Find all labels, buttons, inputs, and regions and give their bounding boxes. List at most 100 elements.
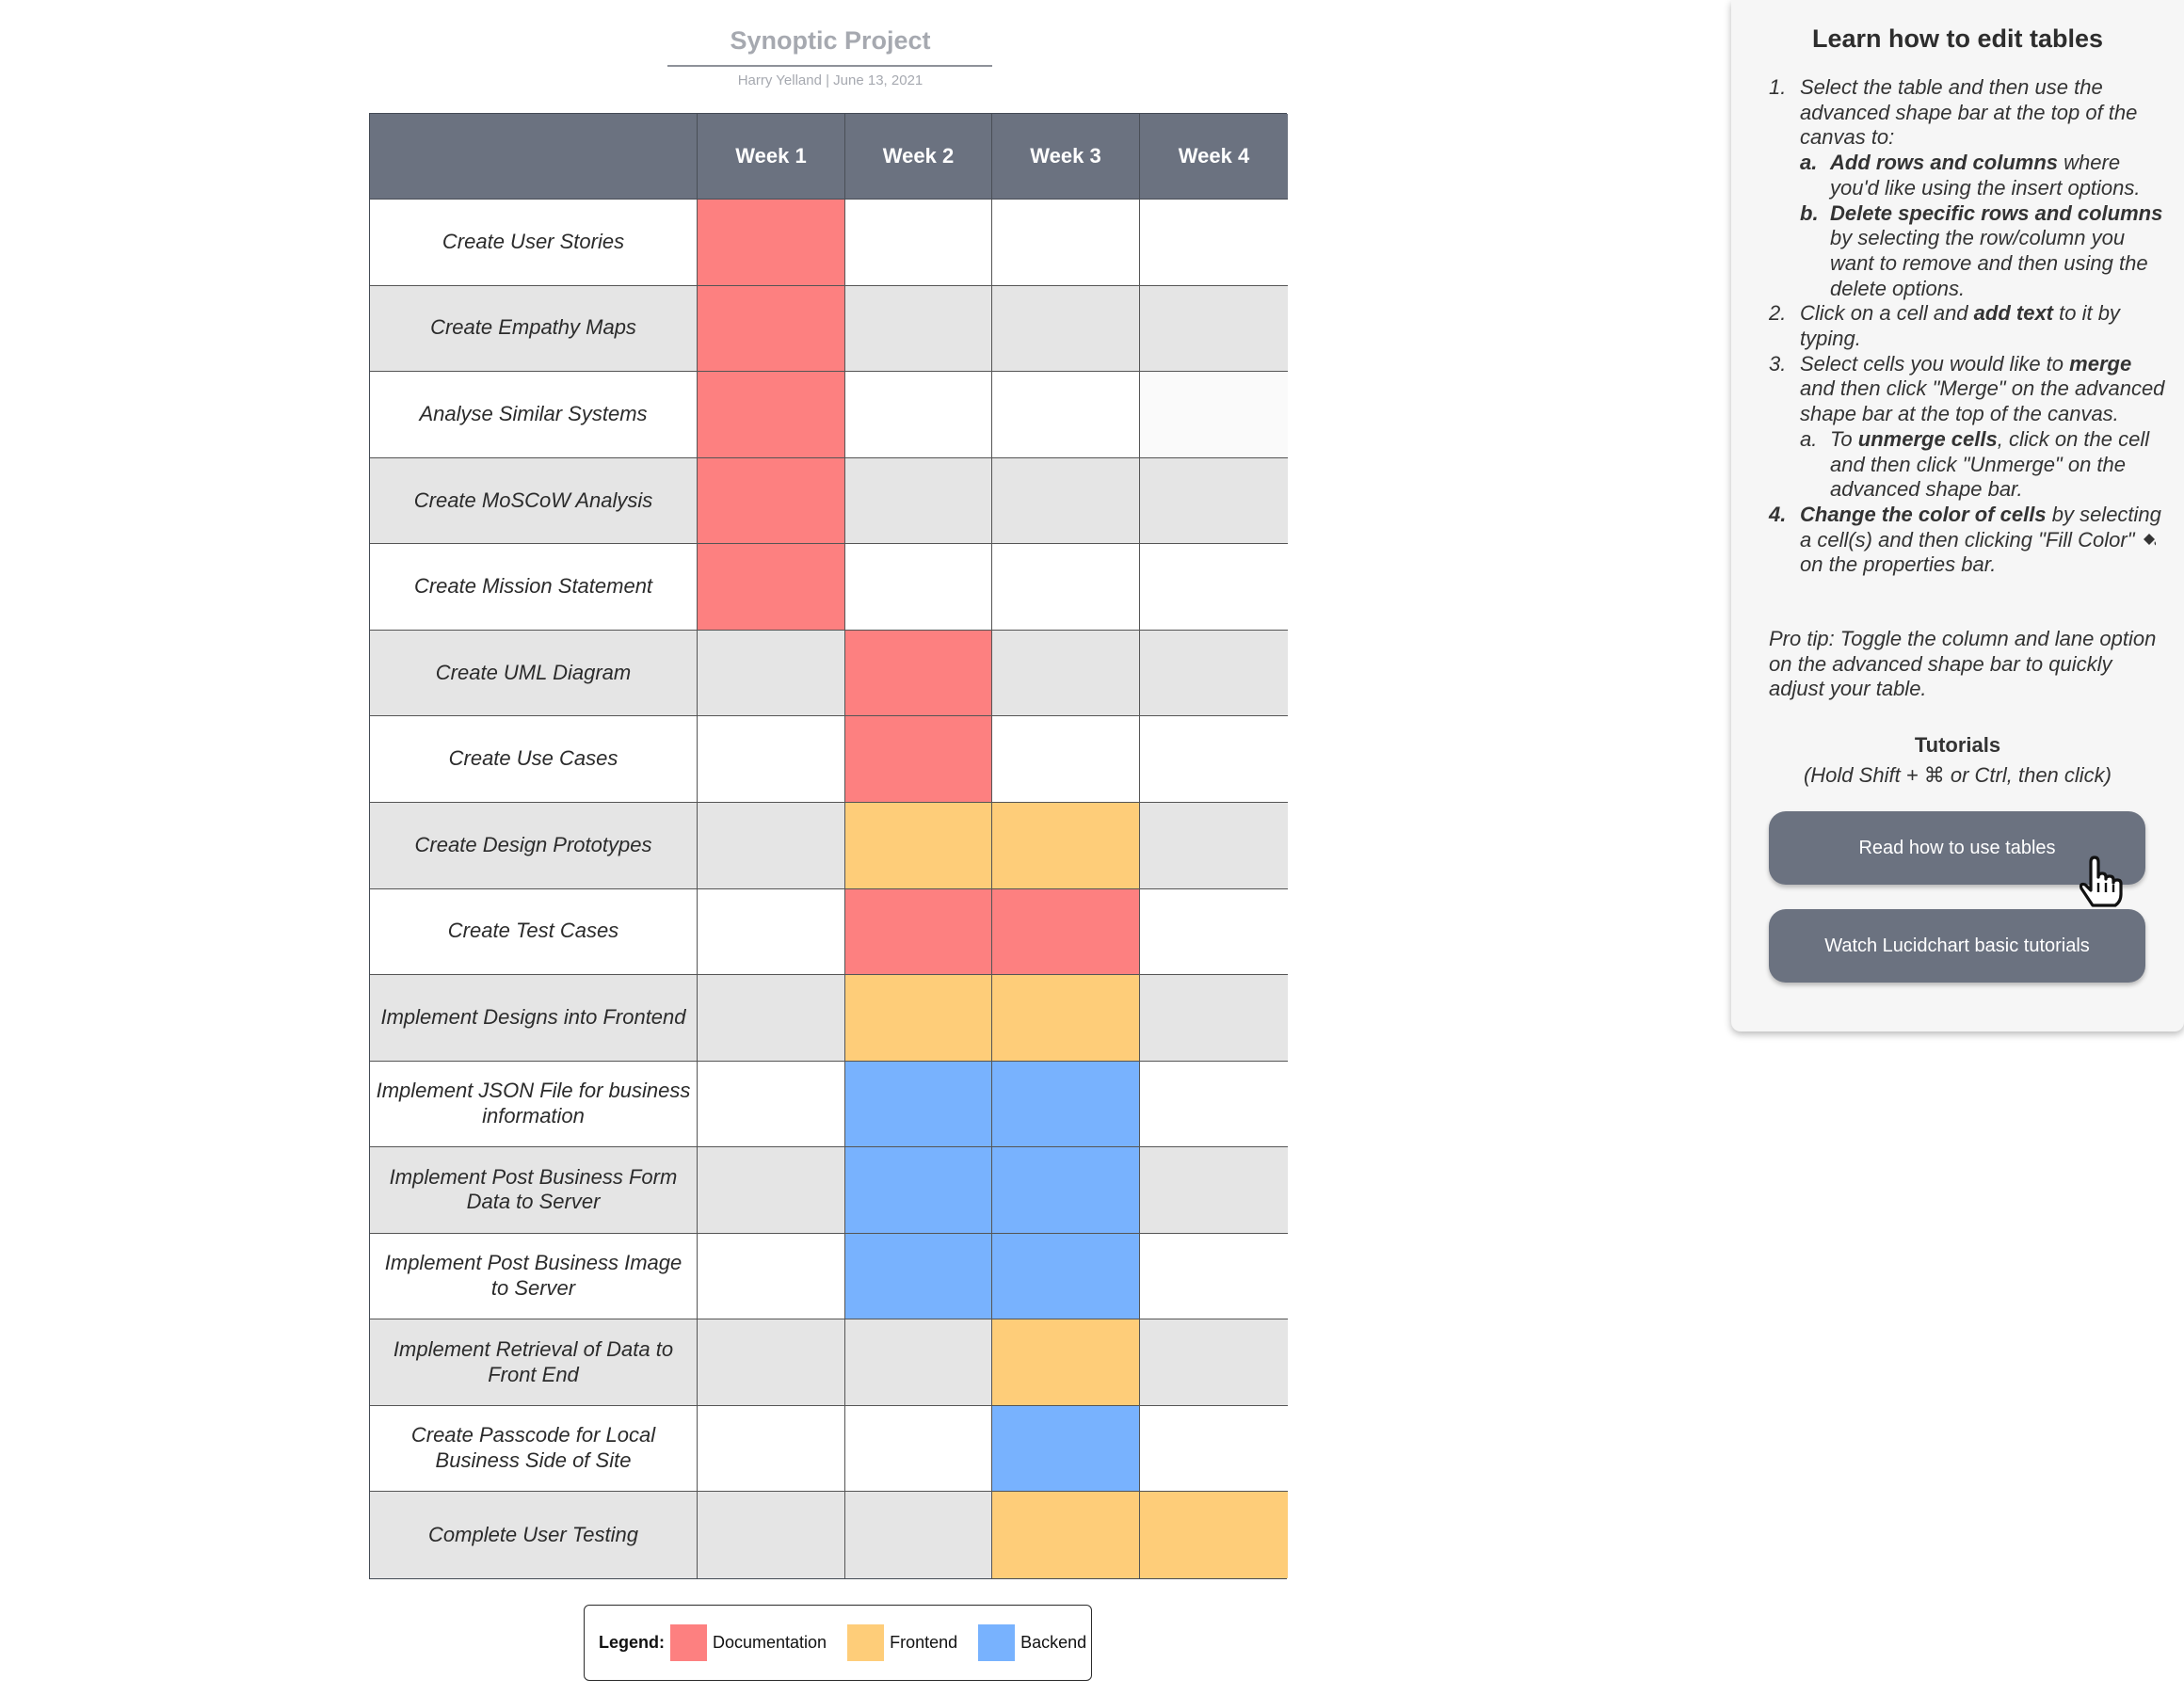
- step-text: Select cells you would like to: [1800, 351, 2070, 376]
- week-1-cell[interactable]: [698, 716, 845, 803]
- week-4-cell[interactable]: [1140, 975, 1288, 1062]
- week-1-cell[interactable]: [698, 1492, 845, 1578]
- task-cell[interactable]: Implement Post Business Image to Server: [370, 1233, 698, 1320]
- header-week-3[interactable]: Week 3: [992, 114, 1140, 200]
- week-4-cell[interactable]: [1140, 888, 1288, 976]
- header-week-4[interactable]: Week 4: [1140, 114, 1288, 200]
- week-4-cell[interactable]: [1140, 1233, 1288, 1320]
- week-3-cell[interactable]: [992, 544, 1140, 631]
- week-2-cell-frontend[interactable]: [845, 802, 992, 889]
- task-cell[interactable]: Implement Post Business Form Data to Ser…: [370, 1147, 698, 1234]
- week-3-cell[interactable]: [992, 285, 1140, 373]
- step-number: 4.: [1769, 502, 1787, 526]
- week-2-cell[interactable]: [845, 372, 992, 458]
- week-1-cell[interactable]: [698, 1405, 845, 1493]
- week-2-cell[interactable]: [845, 1405, 992, 1493]
- substep-bold-text: Delete specific rows and columns: [1830, 200, 2163, 225]
- task-cell[interactable]: Create Design Prototypes: [370, 802, 698, 889]
- week-2-cell-backend[interactable]: [845, 1061, 992, 1148]
- step-bold-text: add text: [1973, 301, 2054, 326]
- week-3-cell-frontend[interactable]: [992, 1319, 1140, 1406]
- week-4-cell[interactable]: [1140, 544, 1288, 631]
- task-cell[interactable]: Create User Stories: [370, 200, 698, 286]
- header-week-2[interactable]: Week 2: [845, 114, 992, 200]
- week-1-cell-documentation[interactable]: [698, 372, 845, 458]
- week-1-cell[interactable]: [698, 1319, 845, 1406]
- week-1-cell-documentation[interactable]: [698, 544, 845, 631]
- title-divider: [667, 65, 992, 67]
- header-week-1[interactable]: Week 1: [698, 114, 845, 200]
- week-2-cell[interactable]: [845, 457, 992, 545]
- task-cell[interactable]: Create Passcode for Local Business Side …: [370, 1405, 698, 1493]
- week-1-cell-documentation[interactable]: [698, 285, 845, 373]
- task-cell[interactable]: Create MoSCoW Analysis: [370, 457, 698, 545]
- week-3-cell-backend[interactable]: [992, 1233, 1140, 1320]
- week-4-cell[interactable]: [1140, 802, 1288, 889]
- week-2-cell-backend[interactable]: [845, 1147, 992, 1234]
- week-1-cell-documentation[interactable]: [698, 200, 845, 286]
- week-2-cell[interactable]: [845, 544, 992, 631]
- week-2-cell[interactable]: [845, 1492, 992, 1578]
- header-corner-cell[interactable]: [370, 114, 698, 200]
- week-3-cell[interactable]: [992, 372, 1140, 458]
- task-cell[interactable]: Implement Retrieval of Data to Front End: [370, 1319, 698, 1406]
- hand-cursor-icon: [2079, 855, 2123, 907]
- week-4-cell[interactable]: [1140, 372, 1288, 458]
- week-1-cell[interactable]: [698, 630, 845, 717]
- week-1-cell[interactable]: [698, 1147, 845, 1234]
- substep-text: by selecting the row/column you want to …: [1830, 226, 2148, 300]
- week-3-cell[interactable]: [992, 200, 1140, 286]
- week-4-cell[interactable]: [1140, 200, 1288, 286]
- week-1-cell[interactable]: [698, 1233, 845, 1320]
- week-4-cell-frontend[interactable]: [1140, 1492, 1288, 1578]
- legend-swatch-backend: [978, 1624, 1016, 1661]
- week-4-cell[interactable]: [1140, 285, 1288, 373]
- schedule-table[interactable]: Week 1 Week 2 Week 3 Week 4 Create User …: [369, 113, 1288, 1579]
- week-4-cell[interactable]: [1140, 716, 1288, 803]
- week-4-cell[interactable]: [1140, 1405, 1288, 1493]
- task-cell[interactable]: Complete User Testing: [370, 1492, 698, 1578]
- week-2-cell-documentation[interactable]: [845, 630, 992, 717]
- week-2-cell[interactable]: [845, 285, 992, 373]
- week-1-cell[interactable]: [698, 1061, 845, 1148]
- task-cell[interactable]: Analyse Similar Systems: [370, 372, 698, 458]
- week-4-cell[interactable]: [1140, 1319, 1288, 1406]
- week-3-cell-frontend[interactable]: [992, 975, 1140, 1062]
- week-4-cell[interactable]: [1140, 630, 1288, 717]
- week-2-cell[interactable]: [845, 200, 992, 286]
- week-2-cell-frontend[interactable]: [845, 975, 992, 1062]
- watch-tutorials-button[interactable]: Watch Lucidchart basic tutorials: [1769, 909, 2145, 983]
- legend[interactable]: Legend: Documentation Frontend Backend: [584, 1605, 1092, 1681]
- week-3-cell-backend[interactable]: [992, 1405, 1140, 1493]
- task-cell[interactable]: Implement Designs into Frontend: [370, 975, 698, 1062]
- week-1-cell[interactable]: [698, 975, 845, 1062]
- week-2-cell-backend[interactable]: [845, 1233, 992, 1320]
- task-cell[interactable]: Implement JSON File for business informa…: [370, 1061, 698, 1148]
- week-3-cell-frontend[interactable]: [992, 802, 1140, 889]
- task-cell[interactable]: Create Empathy Maps: [370, 285, 698, 373]
- task-cell[interactable]: Create Use Cases: [370, 716, 698, 803]
- week-3-cell[interactable]: [992, 716, 1140, 803]
- week-4-cell[interactable]: [1140, 1147, 1288, 1234]
- week-1-cell-documentation[interactable]: [698, 457, 845, 545]
- step-number: 1.: [1769, 75, 1787, 99]
- week-4-cell[interactable]: [1140, 457, 1288, 545]
- week-1-cell[interactable]: [698, 888, 845, 976]
- week-3-cell[interactable]: [992, 630, 1140, 717]
- step-text: Select the table and then use the advanc…: [1800, 75, 2138, 150]
- week-2-cell[interactable]: [845, 1319, 992, 1406]
- task-cell[interactable]: Create Mission Statement: [370, 544, 698, 631]
- week-1-cell[interactable]: [698, 802, 845, 889]
- help-substep-1b: b. Delete specific rows and columns by s…: [1800, 201, 2169, 302]
- week-3-cell-frontend[interactable]: [992, 1492, 1140, 1578]
- week-3-cell-documentation[interactable]: [992, 888, 1140, 976]
- week-4-cell[interactable]: [1140, 1061, 1288, 1148]
- week-3-cell-backend[interactable]: [992, 1147, 1140, 1234]
- week-2-cell-documentation[interactable]: [845, 888, 992, 976]
- week-3-cell[interactable]: [992, 457, 1140, 545]
- week-3-cell-backend[interactable]: [992, 1061, 1140, 1148]
- week-2-cell-documentation[interactable]: [845, 716, 992, 803]
- help-step-3: 3. Select cells you would like to merge …: [1769, 352, 2169, 503]
- task-cell[interactable]: Create UML Diagram: [370, 630, 698, 717]
- task-cell[interactable]: Create Test Cases: [370, 888, 698, 976]
